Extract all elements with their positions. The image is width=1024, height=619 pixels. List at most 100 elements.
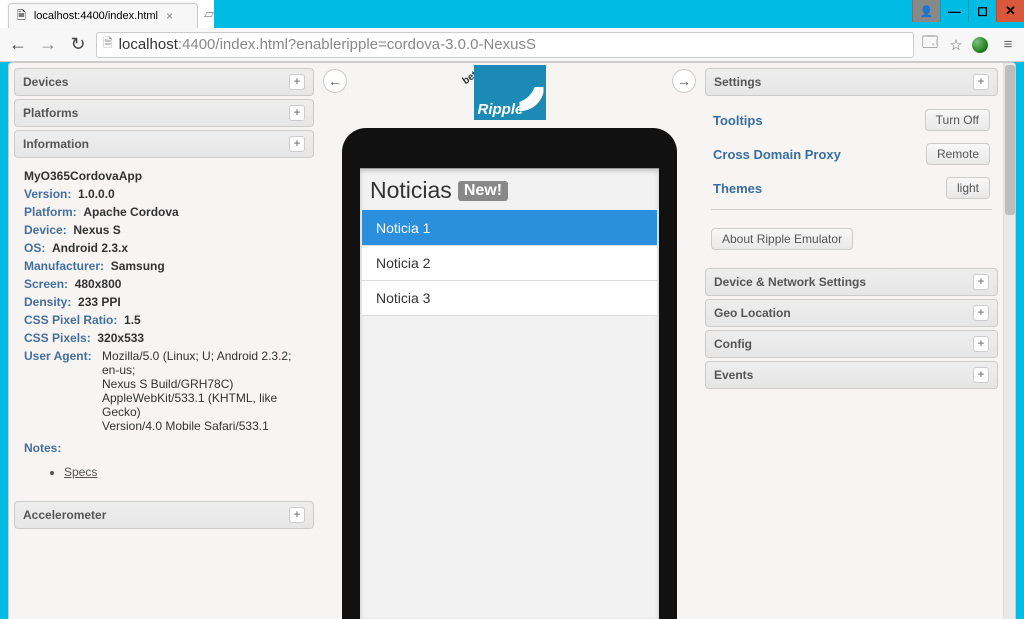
collapse-right-button[interactable]: → (672, 69, 696, 93)
expand-icon[interactable]: + (973, 367, 989, 383)
os-key: OS: (24, 241, 45, 255)
notes-label: Notes: (24, 441, 304, 455)
density-value: 233 PPI (78, 295, 121, 309)
os-value: Android 2.3.x (52, 241, 128, 255)
user-icon[interactable]: 👤 (912, 0, 940, 22)
geo-location-header[interactable]: Geo Location + (705, 299, 998, 327)
ratio-value: 1.5 (124, 313, 141, 327)
about-button[interactable]: About Ripple Emulator (711, 228, 853, 250)
expand-icon[interactable]: + (973, 305, 989, 321)
screen-key: Screen: (24, 277, 68, 291)
page-content: Devices + Platforms + Information + MyO365C… (8, 62, 1016, 619)
app-header: Noticias New! (362, 177, 657, 210)
devices-header[interactable]: Devices + (14, 68, 314, 96)
translate-icon[interactable]: 🗔 (920, 32, 940, 57)
tooltips-button[interactable]: Turn Off (925, 109, 990, 131)
settings-header[interactable]: Settings+ (705, 68, 998, 96)
platform-value: Apache Cordova (83, 205, 178, 219)
ua-line: Nexus S Build/GRH78C) (102, 377, 304, 391)
titlebar: 🗎 localhost:4400/index.html × ▱ 👤 — ◻ ✕ (0, 0, 1024, 28)
separator (711, 209, 992, 210)
config-header[interactable]: Config + (705, 330, 998, 358)
tab-strip: 🗎 localhost:4400/index.html × ▱ (0, 0, 214, 28)
version-key: Version: (24, 187, 71, 201)
new-badge: New! (458, 181, 508, 201)
manufacturer-value: Samsung (111, 259, 165, 273)
manufacturer-key: Manufacturer: (24, 259, 104, 273)
platform-key: Platform: (24, 205, 77, 219)
device-network-header[interactable]: Device & Network Settings + (705, 268, 998, 296)
information-header[interactable]: Information + (14, 130, 314, 158)
ripple-bar: ← beta Ripple → (319, 63, 700, 120)
ua-line: Mozilla/5.0 (Linux; U; Android 2.3.2; en… (102, 349, 304, 377)
new-tab-button[interactable]: ▱ (204, 6, 214, 22)
devices-label: Devices (23, 75, 68, 89)
browser-tab[interactable]: 🗎 localhost:4400/index.html × (8, 3, 198, 28)
window-controls: 👤 — ◻ ✕ (912, 0, 1024, 28)
proxy-row: Cross Domain Proxy Remote (711, 137, 992, 171)
ua-line: AppleWebKit/533.1 (KHTML, like Gecko) (102, 391, 304, 419)
expand-icon[interactable]: + (973, 336, 989, 352)
globe-icon[interactable] (972, 37, 992, 53)
themes-label[interactable]: Themes (713, 181, 762, 196)
address-bar[interactable]: 🗎 localhost:4400/index.html?enableripple… (96, 32, 914, 58)
list-item[interactable]: Noticia 3 (362, 280, 657, 316)
left-panel: Devices + Platforms + Information + MyO365C… (9, 63, 319, 619)
right-panel: Settings+ Tooltips Turn Off Cross Domain… (700, 63, 1003, 619)
page-icon: 🗎 (17, 7, 26, 26)
maximize-button[interactable]: ◻ (968, 0, 996, 22)
platforms-label: Platforms (23, 106, 78, 120)
bookmark-icon[interactable]: ☆ (946, 36, 966, 54)
device-frame: Noticias New! Noticia 1 Noticia 2 Notici… (342, 128, 677, 619)
scrollbar[interactable] (1003, 63, 1015, 619)
list-item[interactable]: Noticia 2 (362, 245, 657, 280)
app-title: Noticias (370, 177, 452, 204)
device-screen: Noticias New! Noticia 1 Noticia 2 Notici… (360, 168, 659, 619)
geo-label: Geo Location (714, 306, 791, 320)
proxy-button[interactable]: Remote (926, 143, 990, 165)
information-label: Information (23, 137, 89, 151)
list-item[interactable]: Noticia 1 (362, 210, 657, 245)
accelerometer-header[interactable]: Accelerometer + (14, 501, 314, 529)
config-label: Config (714, 337, 752, 351)
scroll-thumb[interactable] (1005, 65, 1015, 215)
ua-line: Version/4.0 Mobile Safari/533.1 (102, 419, 304, 433)
density-key: Density: (24, 295, 71, 309)
ua-value: Mozilla/5.0 (Linux; U; Android 2.3.2; en… (102, 349, 304, 433)
accelerometer-label: Accelerometer (23, 508, 106, 522)
pixels-key: CSS Pixels: (24, 331, 91, 345)
information-body: MyO365CordovaApp Version: 1.0.0.0 Platfo… (14, 161, 314, 501)
device-network-label: Device & Network Settings (714, 275, 866, 289)
expand-icon[interactable]: + (289, 105, 305, 121)
reload-button[interactable]: ↻ (66, 34, 90, 55)
expand-icon[interactable]: + (973, 74, 989, 90)
expand-icon[interactable]: + (289, 74, 305, 90)
events-label: Events (714, 368, 753, 382)
events-header[interactable]: Events + (705, 361, 998, 389)
specs-link[interactable]: Specs (64, 465, 304, 479)
minimize-button[interactable]: — (940, 0, 968, 22)
expand-icon[interactable]: + (973, 274, 989, 290)
tooltips-row: Tooltips Turn Off (711, 103, 992, 137)
menu-icon[interactable]: ≡ (998, 36, 1018, 53)
close-window-button[interactable]: ✕ (996, 0, 1024, 22)
expand-icon[interactable]: + (289, 136, 305, 152)
collapse-left-button[interactable]: ← (323, 69, 347, 93)
ripple-wave-icon (502, 69, 542, 99)
close-tab-icon[interactable]: × (166, 9, 173, 23)
settings-body: Tooltips Turn Off Cross Domain Proxy Rem… (705, 99, 998, 268)
ripple-logo-wrap: beta Ripple (474, 65, 546, 120)
url-path: :4400/index.html?enableripple=cordova-3.… (178, 36, 536, 53)
themes-button[interactable]: light (946, 177, 990, 199)
forward-button[interactable]: → (36, 34, 60, 55)
tooltips-label[interactable]: Tooltips (713, 113, 763, 128)
proxy-label[interactable]: Cross Domain Proxy (713, 147, 841, 162)
device-key: Device: (24, 223, 67, 237)
expand-icon[interactable]: + (289, 507, 305, 523)
back-button[interactable]: ← (6, 34, 30, 55)
themes-row: Themes light (711, 171, 992, 205)
device-value: Nexus S (73, 223, 120, 237)
version-value: 1.0.0.0 (78, 187, 115, 201)
platforms-header[interactable]: Platforms + (14, 99, 314, 127)
ua-key: User Agent: (24, 349, 102, 363)
